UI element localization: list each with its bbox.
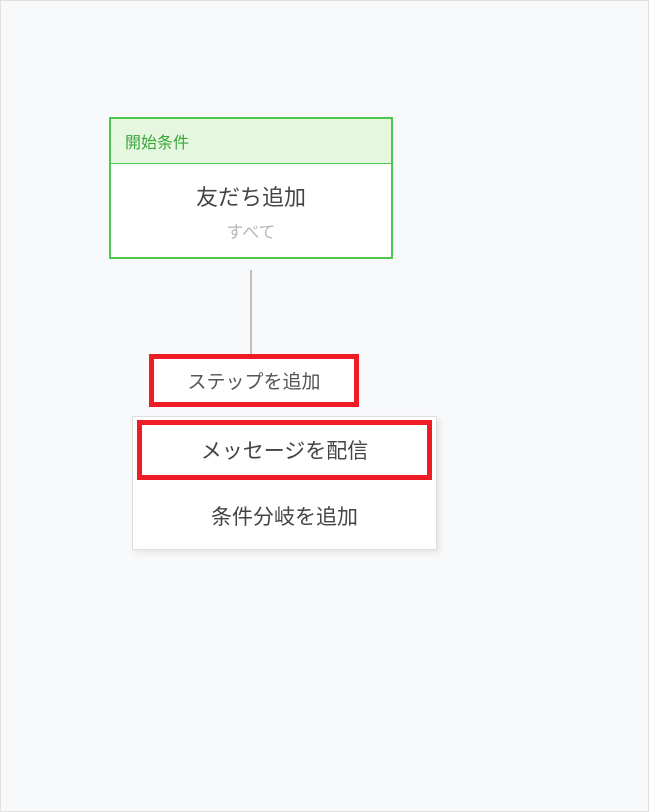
add-step-button[interactable]: ステップを追加 — [149, 354, 359, 407]
add-step-menu: メッセージを配信 条件分岐を追加 — [132, 416, 437, 550]
add-step-label: ステップを追加 — [187, 367, 320, 394]
flow-connector-line — [250, 270, 252, 354]
menu-item-label: メッセージを配信 — [201, 435, 369, 465]
start-condition-title: 友だち追加 — [121, 180, 381, 212]
start-condition-node[interactable]: 開始条件 友だち追加 すべて — [109, 117, 393, 259]
start-condition-scope: すべて — [121, 218, 381, 243]
start-condition-body: 友だち追加 すべて — [111, 164, 391, 257]
flow-canvas: 開始条件 友だち追加 すべて ステップを追加 メッセージを配信 条件分岐を追加 — [1, 1, 648, 811]
menu-item-send-message[interactable]: メッセージを配信 — [133, 417, 436, 483]
start-condition-header: 開始条件 — [111, 119, 391, 164]
menu-item-add-branch[interactable]: 条件分岐を追加 — [133, 483, 436, 549]
menu-item-label: 条件分岐を追加 — [211, 501, 358, 531]
